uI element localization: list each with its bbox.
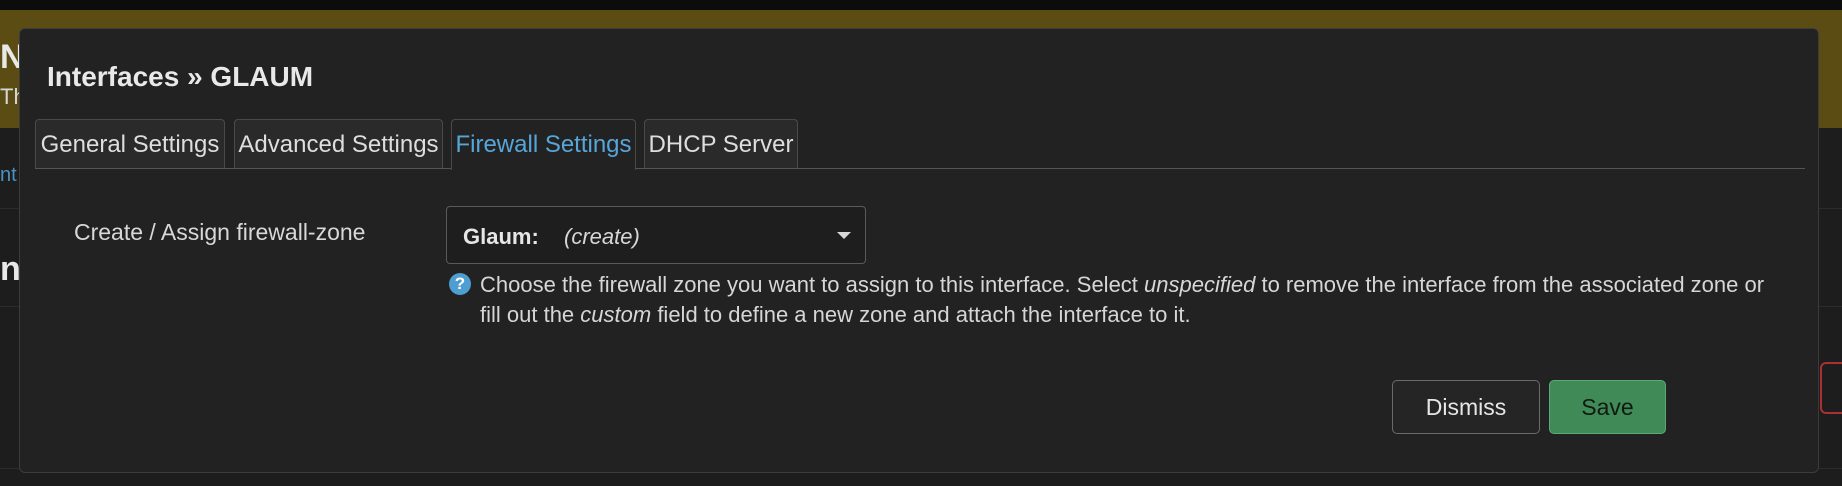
- dismiss-button[interactable]: Dismiss: [1392, 380, 1540, 434]
- selected-zone-hint: (create): [564, 224, 640, 249]
- tab-bar: General Settings Advanced Settings Firew…: [35, 119, 1805, 197]
- background-link[interactable]: nt: [0, 164, 17, 187]
- tab-dhcp-server[interactable]: DHCP Server: [644, 119, 798, 168]
- help-text-emphasis: custom: [580, 302, 652, 327]
- selected-zone-name: Glaum:: [463, 224, 539, 249]
- background-danger-button[interactable]: [1820, 362, 1842, 414]
- firewall-zone-help-text: Choose the firewall zone you want to ass…: [480, 270, 1790, 330]
- background-topbar: [0, 0, 1842, 10]
- firewall-zone-select[interactable]: Glaum: (create): [446, 206, 866, 264]
- modal-title: Interfaces » GLAUM: [47, 61, 314, 92]
- help-text-part: Choose the firewall zone you want to ass…: [480, 272, 1145, 297]
- help-text-emphasis: unspecified: [1144, 272, 1256, 297]
- tab-advanced-settings[interactable]: Advanced Settings: [234, 119, 443, 168]
- tab-general-settings[interactable]: General Settings: [35, 119, 225, 168]
- tab-firewall-settings[interactable]: Firewall Settings: [451, 119, 636, 170]
- tab-divider: [35, 168, 1805, 169]
- question-circle-icon: ?: [449, 273, 471, 295]
- chevron-down-icon: [837, 232, 851, 239]
- help-text-part: field to define a new zone and attach th…: [651, 302, 1191, 327]
- interface-modal: Interfaces » GLAUM General Settings Adva…: [19, 28, 1819, 473]
- firewall-zone-label: Create / Assign firewall-zone: [74, 219, 366, 245]
- save-button[interactable]: Save: [1549, 380, 1666, 434]
